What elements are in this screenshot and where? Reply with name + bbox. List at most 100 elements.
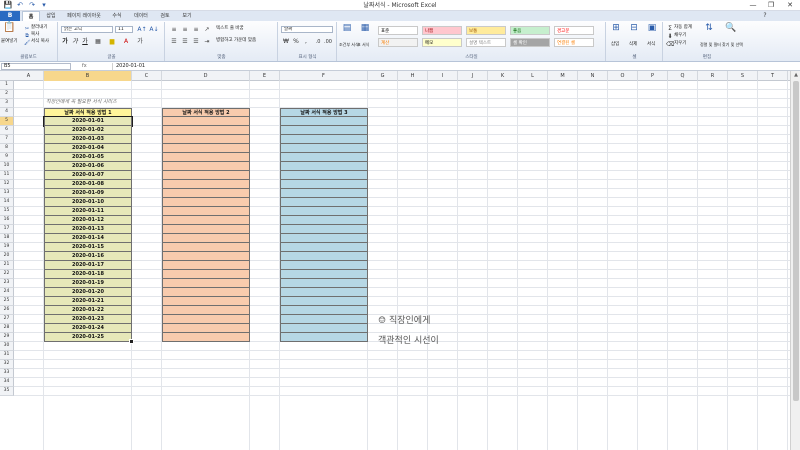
insert-function-icon[interactable]: fx	[82, 63, 108, 70]
column-header-j[interactable]: J	[458, 71, 488, 81]
format-cell-f[interactable]	[280, 207, 368, 216]
fill-icon[interactable]: ⬇	[666, 33, 674, 41]
format-cell-d[interactable]	[162, 216, 250, 225]
date-cell[interactable]: 2020-01-20	[44, 288, 132, 297]
format-cell-f[interactable]	[280, 189, 368, 198]
row-header-18[interactable]: 18	[0, 234, 14, 243]
format-cell-d[interactable]	[162, 243, 250, 252]
indent-icon[interactable]: ⇥	[202, 38, 212, 46]
format-cell-f[interactable]	[280, 270, 368, 279]
currency-button[interactable]: ₩	[282, 38, 290, 46]
sort-filter-button[interactable]: 정렬 및 필터	[700, 42, 721, 48]
cell-style-4[interactable]: 경고문	[554, 26, 594, 35]
clear-button[interactable]: 지우기	[674, 41, 686, 47]
italic-button[interactable]: 가	[71, 38, 79, 46]
cell-style-2[interactable]: 보통	[466, 26, 506, 35]
column-header-i[interactable]: I	[428, 71, 458, 81]
format-cell-d[interactable]	[162, 288, 250, 297]
column-header-o[interactable]: O	[608, 71, 638, 81]
find-select-button[interactable]: 찾기 및 선택	[722, 42, 743, 48]
copy-button[interactable]: 복사	[31, 32, 39, 38]
row-header-24[interactable]: 24	[0, 288, 14, 297]
format-cell-d[interactable]	[162, 144, 250, 153]
percent-button[interactable]: %	[292, 38, 300, 46]
format-cell-d[interactable]	[162, 315, 250, 324]
date-cell[interactable]: 2020-01-09	[44, 189, 132, 198]
format-cell-d[interactable]	[162, 252, 250, 261]
autosum-button[interactable]: 자동 합계	[674, 25, 692, 31]
align-center-icon[interactable]: ☰	[180, 38, 190, 46]
worksheet-grid[interactable]: ABCDEFGHIJKLMNOPQRST 1 2 3 4 5 6 7 8 9 10 11 12 13 14…	[0, 71, 790, 450]
scroll-up-icon[interactable]: ▲	[791, 71, 800, 79]
date-cell[interactable]: 2020-01-25	[44, 333, 132, 342]
format-cells-icon[interactable]: ▣	[645, 24, 659, 33]
cell-style-1[interactable]: 나쁨	[422, 26, 462, 35]
date-cell[interactable]: 2020-01-05	[44, 153, 132, 162]
date-cell[interactable]: 2020-01-11	[44, 207, 132, 216]
format-cell-f[interactable]	[280, 180, 368, 189]
date-cell[interactable]: 2020-01-13	[44, 225, 132, 234]
tab-page-layout[interactable]: 페이지 레이아웃	[62, 11, 106, 21]
format-cell-f[interactable]	[280, 135, 368, 144]
insert-cells-button[interactable]: 삽입	[611, 42, 619, 48]
date-cell[interactable]: 2020-01-10	[44, 198, 132, 207]
format-cell-f[interactable]	[280, 333, 368, 342]
delete-cells-icon[interactable]: ⊟	[627, 24, 641, 33]
column-header-r[interactable]: R	[698, 71, 728, 81]
tab-formulas[interactable]: 수식	[108, 11, 126, 21]
row-header-25[interactable]: 25	[0, 297, 14, 306]
format-cell-f[interactable]	[280, 171, 368, 180]
format-cell-f[interactable]	[280, 198, 368, 207]
row-header-23[interactable]: 23	[0, 279, 14, 288]
format-cell-f[interactable]	[280, 117, 368, 126]
row-header-3[interactable]: 3	[0, 99, 14, 108]
autosum-icon[interactable]: Σ	[666, 25, 674, 33]
column-header-m[interactable]: M	[548, 71, 578, 81]
date-cell[interactable]: 2020-01-12	[44, 216, 132, 225]
column-header-e[interactable]: E	[250, 71, 280, 81]
header-cell-b4[interactable]: 날짜 서식 적용 방법 1	[44, 108, 132, 117]
format-painter-icon[interactable]: 🖌	[24, 39, 30, 47]
date-cell[interactable]: 2020-01-17	[44, 261, 132, 270]
bold-button[interactable]: 가	[61, 38, 69, 46]
font-color-icon[interactable]: A	[121, 38, 131, 46]
wrap-text-button[interactable]: 텍스트 줄 바꿈	[216, 26, 244, 32]
cell-style-3[interactable]: 좋음	[510, 26, 550, 35]
font-size-select[interactable]: 11	[115, 26, 133, 33]
column-header-q[interactable]: Q	[668, 71, 698, 81]
row-header-26[interactable]: 26	[0, 306, 14, 315]
column-header-l[interactable]: L	[518, 71, 548, 81]
row-header-8[interactable]: 8	[0, 144, 14, 153]
restore-button[interactable]: ❐	[762, 0, 780, 10]
column-header-a[interactable]: A	[14, 71, 44, 81]
date-cell[interactable]: 2020-01-22	[44, 306, 132, 315]
name-box[interactable]: B5	[1, 63, 71, 70]
number-format-select[interactable]: 날짜	[281, 26, 333, 33]
format-as-table-button[interactable]: 표 서식	[357, 42, 369, 48]
header-cell-d4[interactable]: 날짜 서식 적용 방법 2	[162, 108, 250, 117]
paste-icon[interactable]: 📋	[3, 23, 15, 33]
row-header-14[interactable]: 14	[0, 198, 14, 207]
format-cell-d[interactable]	[162, 162, 250, 171]
row-header-15[interactable]: 15	[0, 207, 14, 216]
font-name-select[interactable]: 맑은 고딕	[61, 26, 113, 33]
format-cell-f[interactable]	[280, 261, 368, 270]
format-cell-f[interactable]	[280, 306, 368, 315]
column-header-n[interactable]: N	[578, 71, 608, 81]
column-header-g[interactable]: G	[368, 71, 398, 81]
decrease-decimal-icon[interactable]: .00	[323, 38, 333, 46]
date-cell[interactable]: 2020-01-23	[44, 315, 132, 324]
row-header-7[interactable]: 7	[0, 135, 14, 144]
cell-style-9[interactable]: 연결된 셀	[554, 38, 594, 47]
date-cell[interactable]: 2020-01-15	[44, 243, 132, 252]
tab-review[interactable]: 검토	[156, 11, 174, 21]
row-header-32[interactable]: 32	[0, 360, 14, 369]
date-cell[interactable]: 2020-01-16	[44, 252, 132, 261]
row-header-30[interactable]: 30	[0, 342, 14, 351]
format-cell-d[interactable]	[162, 126, 250, 135]
phonetic-icon[interactable]: 가	[135, 38, 145, 46]
format-cell-f[interactable]	[280, 153, 368, 162]
cut-button[interactable]: 잘라내기	[31, 25, 48, 31]
comma-button[interactable]: ,	[302, 38, 310, 46]
format-cell-f[interactable]	[280, 288, 368, 297]
